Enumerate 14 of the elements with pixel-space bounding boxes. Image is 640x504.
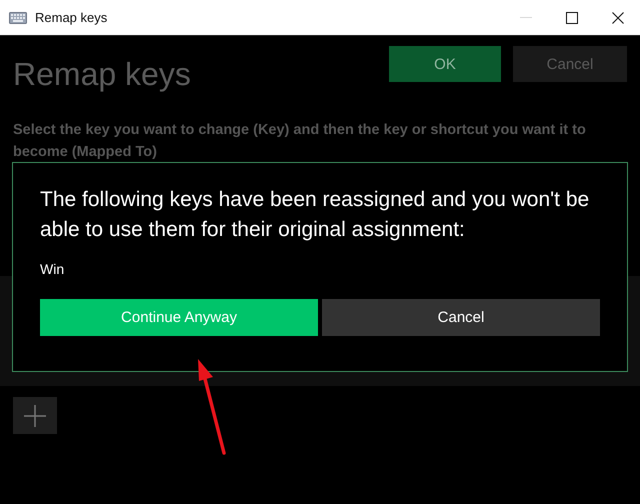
plus-icon [24, 404, 46, 426]
add-button[interactable] [13, 397, 57, 434]
key-name: Win [40, 261, 66, 277]
header-button[interactable]: OK [389, 46, 501, 82]
instruction-text: Select the key you want to change (Key) and then the key or shortcut you want it to become (Mapped To) [13, 121, 587, 162]
header-button[interactable]: Cancel [513, 46, 627, 82]
close-icon[interactable] [612, 12, 624, 24]
page-heading: Remap keys [13, 56, 191, 93]
window-title: Remap keys [35, 10, 108, 25]
keyboard-icon [9, 12, 27, 24]
maximize-icon[interactable] [566, 12, 578, 24]
dialog-message: The following keys have been reassigned and you won't be able to use them for their original assignment: [40, 187, 590, 243]
dialog-button[interactable]: Cancel [322, 299, 600, 336]
dialog-button[interactable]: Continue Anyway [40, 299, 318, 336]
